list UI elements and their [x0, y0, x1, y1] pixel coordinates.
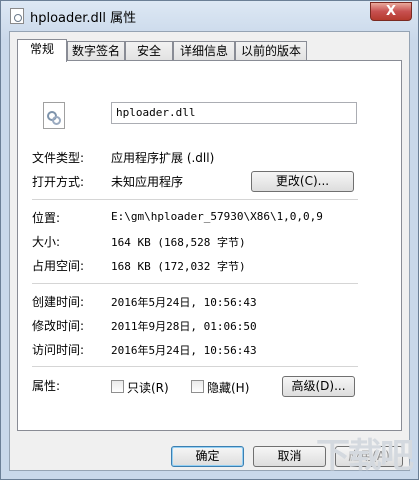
separator [32, 366, 358, 367]
location-value: E:\gm\hploader_57930\X86\1,0,0,9 [111, 210, 323, 223]
opens-with-value: 未知应用程序 [111, 175, 184, 189]
tab-digital-signatures[interactable]: 数字签名 [67, 41, 125, 61]
tab-security[interactable]: 安全 [125, 41, 173, 61]
site-watermark: 下载吧 [316, 436, 414, 476]
separator [32, 283, 358, 284]
title-bar[interactable]: hploader.dll 属性 X [1, 1, 418, 31]
tab-general[interactable]: 常规 [17, 39, 67, 62]
filename-field[interactable]: hploader.dll [111, 102, 357, 124]
size-label: 大小: [32, 235, 61, 249]
hidden-label[interactable]: 隐藏(H) [207, 379, 249, 396]
separator [32, 199, 358, 200]
accessed-value: 2016年5月24日, 10:56:43 [111, 344, 257, 357]
modified-value: 2011年9月28日, 01:06:50 [111, 320, 257, 333]
file-type-value: 应用程序扩展 (.dll) [111, 151, 215, 165]
size-on-disk-label: 占用空间: [32, 259, 85, 273]
created-value: 2016年5月24日, 10:56:43 [111, 296, 257, 309]
file-type-icon [43, 102, 65, 129]
advanced-button[interactable]: 高级(D)... [282, 376, 355, 397]
dll-file-icon [10, 8, 24, 24]
readonly-checkbox[interactable] [111, 380, 124, 393]
file-type-label: 文件类型: [32, 151, 85, 165]
tab-previous-versions[interactable]: 以前的版本 [235, 41, 307, 61]
location-label: 位置: [32, 211, 61, 225]
close-button[interactable]: X [370, 2, 412, 21]
opens-with-label: 打开方式: [32, 175, 85, 189]
general-tab-panel: hploader.dll 文件类型: 应用程序扩展 (.dll) 打开方式: 未… [17, 60, 402, 431]
size-value: 164 KB (168,528 字节) [111, 236, 246, 249]
modified-label: 修改时间: [32, 319, 85, 333]
hidden-checkbox[interactable] [191, 380, 204, 393]
readonly-label[interactable]: 只读(R) [127, 379, 169, 396]
created-label: 创建时间: [32, 295, 85, 309]
change-button[interactable]: 更改(C)... [251, 171, 354, 192]
dialog-client-area: 常规 数字签名 安全 详细信息 以前的版本 hploader.dll 文件类型:… [9, 31, 410, 471]
ok-button[interactable]: 确定 [171, 446, 244, 467]
tab-details[interactable]: 详细信息 [173, 41, 235, 61]
attributes-label: 属性: [32, 379, 61, 393]
properties-window: hploader.dll 属性 X 常规 数字签名 安全 详细信息 以前的版本 … [0, 0, 419, 480]
window-title: hploader.dll 属性 [30, 11, 137, 26]
accessed-label: 访问时间: [32, 343, 85, 357]
size-on-disk-value: 168 KB (172,032 字节) [111, 260, 246, 273]
